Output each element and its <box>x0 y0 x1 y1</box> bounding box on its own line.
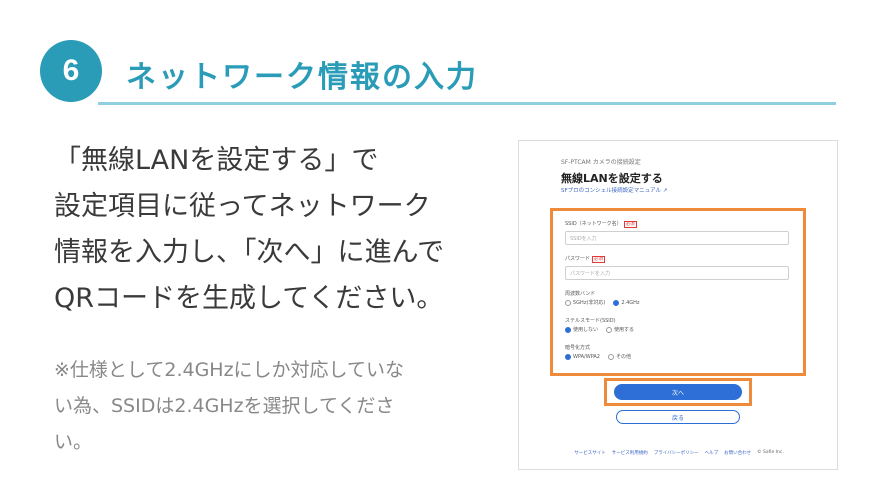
radio-icon <box>606 326 613 333</box>
radio-icon <box>565 299 571 306</box>
stealth-option-off[interactable]: 使用しない <box>565 326 598 333</box>
step-divider <box>98 102 836 105</box>
stealth-option-on[interactable]: 使用する <box>606 326 634 333</box>
radio-label: 5GHz(非対応) <box>573 300 606 306</box>
band-option-5ghz[interactable]: 5GHz(非対応) <box>565 299 605 306</box>
radio-label: 使用しない <box>573 327 599 333</box>
radio-label: その他 <box>616 354 632 360</box>
radio-label: WPA/WPA2 <box>573 353 600 360</box>
footer-link[interactable]: プライバシーポリシー <box>654 450 699 456</box>
step-number-badge: 6 <box>40 40 102 102</box>
radio-selected-icon <box>565 353 571 360</box>
help-link[interactable]: SFプロのコンシェル接続設定マニュアル ↗ <box>561 186 667 194</box>
breadcrumb: SF-PTCAM カメラの接続設定 <box>561 159 641 166</box>
required-badge: 必須 <box>592 256 606 263</box>
required-badge: 必須 <box>623 221 637 228</box>
copyright: © Safie Inc. <box>757 450 784 455</box>
back-button[interactable]: 戻る <box>616 410 740 424</box>
settings-screenshot: SF-PTCAM カメラの接続設定 無線LANを設定する SFプロのコンシェル接… <box>518 140 838 470</box>
note-line: い為、SSIDは2.4GHzを選択してくださ <box>54 395 395 417</box>
band-radio-group: 5GHz(非対応) 2.4GHz <box>565 299 640 306</box>
stealth-label: ステルスモード(SSID) <box>565 318 616 324</box>
instruction-line: 情報を入力し、「次へ」に進んで <box>54 237 445 268</box>
instruction-line: 「無線LANを設定する」で <box>54 145 379 176</box>
encryption-radio-group: WPA/WPA2 その他 <box>565 353 631 360</box>
footer-links: サービスサイト サービス利用規約 プライバシーポリシー ヘルプ お問い合わせ ©… <box>519 450 839 456</box>
instruction-line: QRコードを生成してください。 <box>54 283 444 314</box>
instruction-text: 「無線LANを設定する」で 設定項目に従ってネットワーク 情報を入力し、「次へ」… <box>54 138 504 322</box>
footer-link[interactable]: サービス利用規約 <box>612 450 648 456</box>
ssid-input[interactable]: SSIDを入力 <box>565 231 789 245</box>
note-text: ※仕様として2.4GHzにしか対応していな い為、SSIDは2.4GHzを選択し… <box>54 352 504 460</box>
footer-link[interactable]: ヘルプ <box>705 450 719 456</box>
password-input[interactable]: パスワードを入力 <box>565 266 789 280</box>
ssid-label: SSID（ネットワーク名） 必須 <box>565 220 637 228</box>
page-title: 無線LANを設定する <box>561 172 663 185</box>
note-line: ※仕様として2.4GHzにしか対応していな <box>54 359 404 381</box>
radio-label: 使用する <box>614 327 635 333</box>
footer-link[interactable]: お問い合わせ <box>724 450 751 456</box>
band-option-24ghz[interactable]: 2.4GHz <box>613 299 640 306</box>
note-line: い。 <box>54 431 93 453</box>
footer-link[interactable]: サービスサイト <box>574 450 606 456</box>
password-label: パスワード 必須 <box>565 255 606 263</box>
password-label-text: パスワード <box>565 256 591 262</box>
band-label: 周波数バンド <box>565 291 596 297</box>
next-button[interactable]: 次へ <box>614 384 742 400</box>
encryption-label: 暗号化方式 <box>565 345 591 351</box>
step-title: ネットワーク情報の入力 <box>126 60 478 95</box>
radio-label: 2.4GHz <box>621 299 640 306</box>
form-highlight: SSID（ネットワーク名） 必須 SSIDを入力 パスワード 必須 パスワードを入力… <box>550 208 806 376</box>
next-button-highlight: 次へ <box>604 378 752 406</box>
encryption-option-other[interactable]: その他 <box>608 353 631 360</box>
instruction-line: 設定項目に従ってネットワーク <box>54 191 431 222</box>
radio-selected-icon <box>565 326 571 333</box>
stealth-radio-group: 使用しない 使用する <box>565 326 634 333</box>
encryption-option-wpa[interactable]: WPA/WPA2 <box>565 353 600 360</box>
ssid-label-text: SSID（ネットワーク名） <box>565 221 622 227</box>
radio-selected-icon <box>613 299 620 306</box>
radio-icon <box>608 353 614 360</box>
